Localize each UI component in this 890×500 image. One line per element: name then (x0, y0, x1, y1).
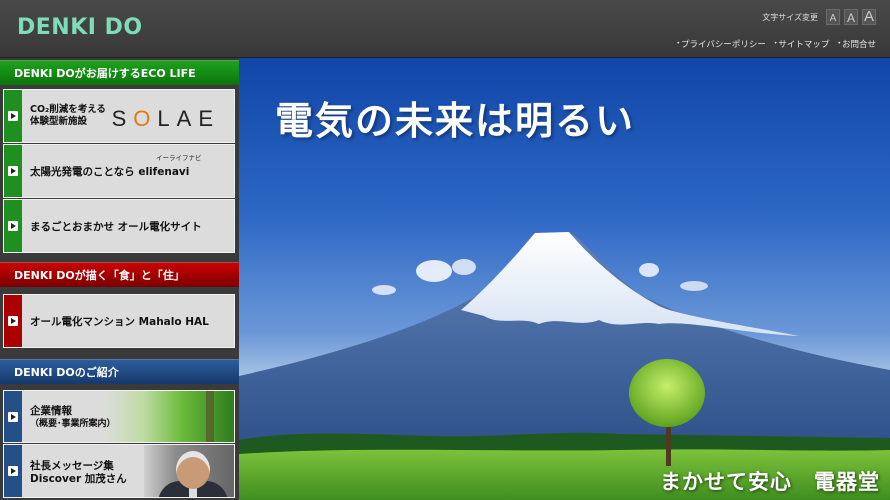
company-info-text: 企業情報 （概要･事業所案内） (30, 405, 116, 431)
elifenavi-label: 太陽光発電のことなら elifenavi (30, 166, 190, 178)
portrait-head (176, 451, 210, 489)
cloud (639, 263, 659, 277)
item-bar (4, 90, 22, 142)
sidebar-item-company-info[interactable]: 企業情報 （概要･事業所案内） (3, 390, 235, 443)
solae-line2: 体験型新施設 (30, 116, 88, 127)
utility-links: プライバシーポリシー サイトマップ お問合せ (676, 38, 876, 50)
sidebar: DENKI DOがお届けするECO LIFE CO₂削減を考える 体験型新施設 … (0, 58, 239, 500)
president-message-line2: Discover 加茂さん (30, 473, 127, 485)
tree-trunk (206, 391, 214, 442)
font-size-medium-button[interactable]: A (844, 9, 858, 25)
font-size-large-button[interactable]: A (862, 9, 876, 25)
cloud (680, 281, 708, 291)
item-bar (4, 145, 22, 197)
mahalo-hal-label: オール電化マンション Mahalo HAL (30, 316, 209, 328)
sidebar-item-elifenavi[interactable]: イーライフナビ 太陽光発電のことなら elifenavi (3, 144, 235, 198)
sitemap-link[interactable]: サイトマップ (774, 38, 829, 50)
tree-canopy (629, 359, 705, 427)
sidebar-item-all-electric[interactable]: まるごとおまかせ オール電化サイト (3, 199, 235, 253)
solae-letter: O (133, 106, 158, 131)
site-logo[interactable]: DENKI DO (17, 15, 143, 40)
font-size-switcher: 文字サイズ変更 A A A (762, 9, 876, 25)
about-heading: DENKI DOのご紹介 (0, 359, 239, 384)
all-electric-label: まるごとおまかせ オール電化サイト (30, 221, 202, 233)
mountain-snowcap (461, 232, 799, 336)
cloud (452, 259, 476, 275)
solae-letter: S (111, 106, 134, 131)
item-bar (4, 200, 22, 252)
solae-text: CO₂削減を考える 体験型新施設 (30, 104, 106, 128)
food-living-heading: DENKI DOが描く「食」と「住」 (0, 262, 239, 287)
sidebar-item-president-message[interactable]: 社長メッセージ集 Discover 加茂さん (3, 444, 235, 498)
solae-logo: SOLAE (112, 106, 220, 132)
privacy-policy-link[interactable]: プライバシーポリシー (676, 38, 766, 50)
font-size-label: 文字サイズ変更 (762, 12, 818, 22)
company-info-line2: （概要･事業所案内） (30, 419, 116, 429)
font-size-small-button[interactable]: A (826, 9, 840, 25)
site-header: DENKI DO 文字サイズ変更 A A A プライバシーポリシー サイトマップ… (0, 0, 890, 58)
sidebar-item-solae[interactable]: CO₂削減を考える 体験型新施設 SOLAE (3, 89, 235, 143)
elifenavi-ruby: イーライフナビ (156, 154, 202, 162)
president-message-line1: 社長メッセージ集 (30, 460, 114, 472)
arrow-right-icon (8, 111, 18, 121)
arrow-right-icon (8, 466, 18, 476)
contact-link[interactable]: お問合せ (837, 38, 876, 50)
forest-image (104, 391, 234, 442)
arrow-right-icon (8, 316, 18, 326)
item-bar (4, 295, 22, 347)
item-bar (4, 391, 22, 442)
arrow-right-icon (8, 221, 18, 231)
cloud (416, 260, 452, 282)
hero-title: 電気の未来は明るい (275, 99, 636, 143)
arrow-right-icon (8, 411, 18, 422)
solae-letter: E (198, 106, 220, 131)
hero-banner: 電気の未来は明るい まかせて安心 電器堂 (239, 58, 890, 500)
sidebar-item-mahalo-hal[interactable]: オール電化マンション Mahalo HAL (3, 294, 235, 348)
hero-tagline: まかせて安心 電器堂 (660, 470, 880, 494)
item-bar (4, 445, 22, 497)
eco-life-heading: DENKI DOがお届けするECO LIFE (0, 60, 239, 85)
solae-letter: A (176, 106, 199, 131)
cloud (372, 285, 396, 295)
solae-letter: L (157, 106, 177, 131)
company-info-line1: 企業情報 (30, 405, 72, 417)
solae-brand: SOLAE (112, 106, 220, 131)
president-message-text: 社長メッセージ集 Discover 加茂さん (30, 460, 127, 486)
arrow-right-icon (8, 166, 18, 176)
president-portrait (144, 445, 234, 497)
solae-line1: CO₂削減を考える (30, 104, 106, 115)
